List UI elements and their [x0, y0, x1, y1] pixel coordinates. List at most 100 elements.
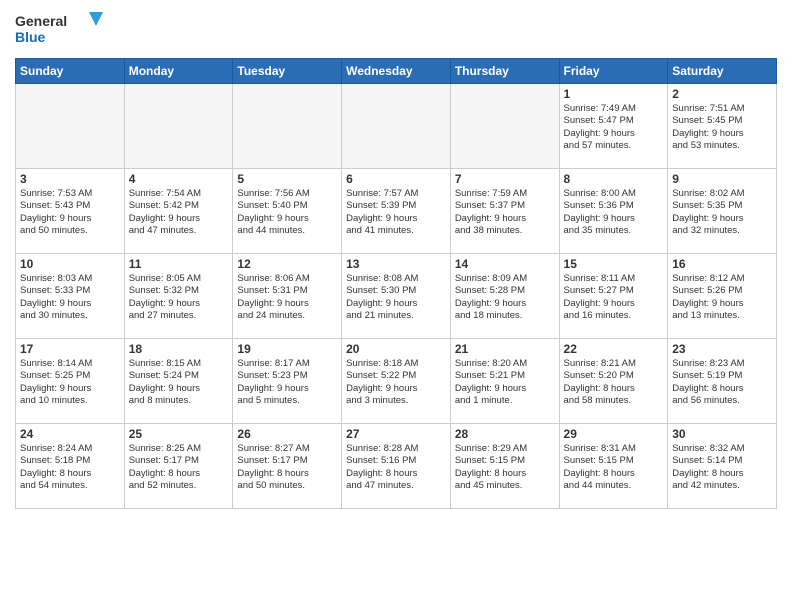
day-info: Sunrise: 8:31 AM Sunset: 5:15 PM Dayligh… [564, 443, 664, 492]
day-number: 17 [20, 342, 120, 356]
day-info: Sunrise: 8:00 AM Sunset: 5:36 PM Dayligh… [564, 188, 664, 237]
day-number: 14 [455, 257, 555, 271]
day-info: Sunrise: 7:54 AM Sunset: 5:42 PM Dayligh… [129, 188, 229, 237]
calendar-day-cell: 19Sunrise: 8:17 AM Sunset: 5:23 PM Dayli… [233, 339, 342, 424]
day-info: Sunrise: 8:20 AM Sunset: 5:21 PM Dayligh… [455, 358, 555, 407]
calendar-week-row: 3 Sunrise: 7:53 AM Sunset: 5:43 PM Daylig… [16, 169, 777, 254]
calendar-day-cell: 5 Sunrise: 7:56 AM Sunset: 5:40 PM Daylig… [233, 169, 342, 254]
day-info: Sunrise: 7:59 AM Sunset: 5:37 PM Dayligh… [455, 188, 555, 237]
day-number: 5 [237, 172, 337, 186]
calendar-day-cell: 4Sunrise: 7:54 AM Sunset: 5:42 PM Daylig… [124, 169, 233, 254]
day-info: Sunrise: 8:25 AM Sunset: 5:17 PM Dayligh… [129, 443, 229, 492]
day-info: Sunrise: 8:29 AM Sunset: 5:15 PM Dayligh… [455, 443, 555, 492]
page: General Blue SundayMondayTuesdayWednesda… [0, 0, 792, 612]
day-number: 25 [129, 427, 229, 441]
day-info: Sunrise: 8:09 AM Sunset: 5:28 PM Dayligh… [455, 273, 555, 322]
calendar-day-cell [233, 84, 342, 169]
day-info: Sunrise: 8:21 AM Sunset: 5:20 PM Dayligh… [564, 358, 664, 407]
calendar-day-cell: 9 Sunrise: 8:02 AM Sunset: 5:35 PM Daylig… [668, 169, 777, 254]
day-info: Sunrise: 8:23 AM Sunset: 5:19 PM Dayligh… [672, 358, 772, 407]
day-number: 22 [564, 342, 664, 356]
day-number: 6 [346, 172, 446, 186]
calendar-day-cell: 17 Sunrise: 8:14 AM Sunset: 5:25 PM Dayli… [16, 339, 125, 424]
calendar-day-cell: 21 Sunrise: 8:20 AM Sunset: 5:21 PM Dayli… [450, 339, 559, 424]
calendar-day-header: Sunday [16, 59, 125, 84]
calendar-day-cell: 28 Sunrise: 8:29 AM Sunset: 5:15 PM Dayli… [450, 424, 559, 509]
calendar-day-cell: 29 Sunrise: 8:31 AM Sunset: 5:15 PM Dayli… [559, 424, 668, 509]
day-info: Sunrise: 8:03 AM Sunset: 5:33 PM Dayligh… [20, 273, 120, 322]
calendar-week-row: 24 Sunrise: 8:24 AM Sunset: 5:18 PM Dayli… [16, 424, 777, 509]
day-number: 21 [455, 342, 555, 356]
calendar-day-cell: 15 Sunrise: 8:11 AM Sunset: 5:27 PM Dayli… [559, 254, 668, 339]
calendar-day-cell: 24 Sunrise: 8:24 AM Sunset: 5:18 PM Dayli… [16, 424, 125, 509]
day-number: 12 [237, 257, 337, 271]
day-number: 28 [455, 427, 555, 441]
calendar-day-cell: 27 Sunrise: 8:28 AM Sunset: 5:16 PM Dayli… [342, 424, 451, 509]
calendar-day-cell: 14 Sunrise: 8:09 AM Sunset: 5:28 PM Dayli… [450, 254, 559, 339]
day-info: Sunrise: 8:11 AM Sunset: 5:27 PM Dayligh… [564, 273, 664, 322]
day-number: 20 [346, 342, 446, 356]
day-number: 15 [564, 257, 664, 271]
day-number: 16 [672, 257, 772, 271]
calendar-day-cell: 18 Sunrise: 8:15 AM Sunset: 5:24 PM Dayli… [124, 339, 233, 424]
calendar-day-cell: 8 Sunrise: 8:00 AM Sunset: 5:36 PM Daylig… [559, 169, 668, 254]
day-number: 18 [129, 342, 229, 356]
day-number: 24 [20, 427, 120, 441]
calendar-day-cell: 1 Sunrise: 7:49 AM Sunset: 5:47 PM Daylig… [559, 84, 668, 169]
calendar-day-cell [450, 84, 559, 169]
calendar-day-cell: 6 Sunrise: 7:57 AM Sunset: 5:39 PM Daylig… [342, 169, 451, 254]
calendar-day-header: Friday [559, 59, 668, 84]
day-info: Sunrise: 8:32 AM Sunset: 5:14 PM Dayligh… [672, 443, 772, 492]
calendar-day-cell: 7 Sunrise: 7:59 AM Sunset: 5:37 PM Daylig… [450, 169, 559, 254]
calendar-week-row: 1 Sunrise: 7:49 AM Sunset: 5:47 PM Daylig… [16, 84, 777, 169]
day-number: 26 [237, 427, 337, 441]
day-info: Sunrise: 8:12 AM Sunset: 5:26 PM Dayligh… [672, 273, 772, 322]
calendar-table: SundayMondayTuesdayWednesdayThursdayFrid… [15, 58, 777, 509]
calendar-day-cell: 20Sunrise: 8:18 AM Sunset: 5:22 PM Dayli… [342, 339, 451, 424]
day-number: 23 [672, 342, 772, 356]
calendar-header-row: SundayMondayTuesdayWednesdayThursdayFrid… [16, 59, 777, 84]
calendar-day-header: Thursday [450, 59, 559, 84]
calendar-day-cell: 16 Sunrise: 8:12 AM Sunset: 5:26 PM Dayli… [668, 254, 777, 339]
day-number: 8 [564, 172, 664, 186]
calendar-week-row: 10 Sunrise: 8:03 AM Sunset: 5:33 PM Dayli… [16, 254, 777, 339]
logo-svg: General Blue [15, 10, 105, 50]
calendar-week-row: 17 Sunrise: 8:14 AM Sunset: 5:25 PM Dayli… [16, 339, 777, 424]
calendar-day-cell: 25 Sunrise: 8:25 AM Sunset: 5:17 PM Dayli… [124, 424, 233, 509]
day-info: Sunrise: 8:17 AM Sunset: 5:23 PM Dayligh… [237, 358, 337, 407]
day-info: Sunrise: 7:57 AM Sunset: 5:39 PM Dayligh… [346, 188, 446, 237]
day-number: 7 [455, 172, 555, 186]
calendar-day-cell [16, 84, 125, 169]
calendar-day-cell: 12 Sunrise: 8:06 AM Sunset: 5:31 PM Dayli… [233, 254, 342, 339]
calendar-day-cell: 2 Sunrise: 7:51 AM Sunset: 5:45 PM Daylig… [668, 84, 777, 169]
day-info: Sunrise: 8:28 AM Sunset: 5:16 PM Dayligh… [346, 443, 446, 492]
day-info: Sunrise: 8:06 AM Sunset: 5:31 PM Dayligh… [237, 273, 337, 322]
day-number: 11 [129, 257, 229, 271]
day-number: 10 [20, 257, 120, 271]
day-info: Sunrise: 7:53 AM Sunset: 5:43 PM Dayligh… [20, 188, 120, 237]
day-info: Sunrise: 8:24 AM Sunset: 5:18 PM Dayligh… [20, 443, 120, 492]
calendar-day-cell: 22 Sunrise: 8:21 AM Sunset: 5:20 PM Dayli… [559, 339, 668, 424]
svg-text:Blue: Blue [15, 29, 46, 45]
day-info: Sunrise: 7:51 AM Sunset: 5:45 PM Dayligh… [672, 103, 772, 152]
calendar-day-cell: 13Sunrise: 8:08 AM Sunset: 5:30 PM Dayli… [342, 254, 451, 339]
svg-text:General: General [15, 13, 67, 29]
day-info: Sunrise: 8:02 AM Sunset: 5:35 PM Dayligh… [672, 188, 772, 237]
day-info: Sunrise: 8:05 AM Sunset: 5:32 PM Dayligh… [129, 273, 229, 322]
day-number: 30 [672, 427, 772, 441]
day-number: 27 [346, 427, 446, 441]
calendar-day-header: Saturday [668, 59, 777, 84]
calendar-day-header: Wednesday [342, 59, 451, 84]
day-number: 29 [564, 427, 664, 441]
day-number: 3 [20, 172, 120, 186]
header: General Blue [15, 10, 777, 50]
day-info: Sunrise: 7:49 AM Sunset: 5:47 PM Dayligh… [564, 103, 664, 152]
day-number: 13 [346, 257, 446, 271]
day-info: Sunrise: 8:14 AM Sunset: 5:25 PM Dayligh… [20, 358, 120, 407]
day-number: 1 [564, 87, 664, 101]
logo: General Blue [15, 10, 105, 50]
day-number: 9 [672, 172, 772, 186]
day-info: Sunrise: 8:15 AM Sunset: 5:24 PM Dayligh… [129, 358, 229, 407]
day-number: 2 [672, 87, 772, 101]
day-info: Sunrise: 7:56 AM Sunset: 5:40 PM Dayligh… [237, 188, 337, 237]
